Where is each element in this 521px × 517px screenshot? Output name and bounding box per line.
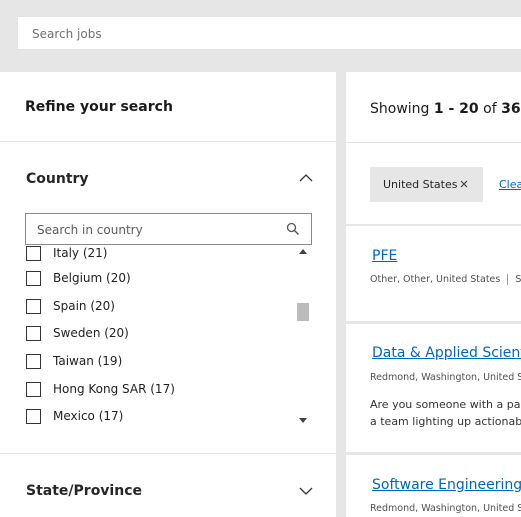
country-label: Italy (21) — [53, 246, 108, 260]
job-card[interactable]: Software Engineering Redmond, Washington… — [346, 455, 521, 517]
country-checkbox[interactable] — [26, 408, 41, 424]
results-of: of — [478, 101, 502, 117]
country-label: Hong Kong SAR (17) — [53, 382, 175, 396]
country-search-box[interactable] — [25, 213, 312, 246]
job-description-line: a team lighting up actionable — [370, 415, 521, 428]
country-filter-header[interactable]: Country — [26, 171, 89, 187]
close-icon[interactable] — [458, 178, 470, 190]
job-title-link[interactable]: PFE — [372, 248, 397, 264]
country-item-mexico[interactable]: Mexico (17) — [25, 406, 123, 426]
state-filter-header[interactable]: State/Province — [26, 483, 142, 499]
job-card[interactable]: PFE Other, Other, United States Se — [346, 226, 521, 321]
job-card[interactable]: Data & Applied Scientist Redmond, Washin… — [346, 324, 521, 452]
scroll-down-arrow-icon[interactable] — [299, 418, 307, 423]
country-label: Belgium (20) — [53, 271, 131, 285]
results-range: 1 - 20 — [433, 101, 479, 117]
country-label: Sweden (20) — [53, 326, 129, 340]
country-checkbox[interactable] — [26, 381, 41, 397]
job-title-link[interactable]: Software Engineering — [372, 477, 521, 493]
job-meta-extra: Se — [515, 274, 521, 285]
results-header: Showing 1 - 20 of 3667 United States Cle… — [346, 72, 521, 224]
country-item-spain[interactable]: Spain (20) — [25, 296, 115, 316]
search-icon[interactable] — [286, 222, 300, 236]
country-checkbox[interactable] — [26, 353, 41, 369]
job-location: Redmond, Washington, United States — [370, 372, 521, 383]
country-search-input[interactable] — [35, 214, 284, 246]
showing-prefix: Showing — [370, 101, 434, 117]
country-checkbox[interactable] — [26, 245, 41, 261]
country-item-italy[interactable]: Italy (21) — [25, 245, 107, 263]
refine-panel: Refine your search Country Italy (21) Be… — [0, 72, 336, 517]
divider — [346, 142, 521, 143]
country-list: Italy (21) Belgium (20) Spain (20) Swede… — [25, 245, 297, 428]
results-total: 3667 — [501, 101, 521, 117]
country-item-hong-kong[interactable]: Hong Kong SAR (17) — [25, 379, 175, 399]
divider — [0, 453, 336, 454]
search-jobs-box[interactable] — [17, 16, 521, 51]
country-item-taiwan[interactable]: Taiwan (19) — [25, 351, 122, 371]
meta-separator — [507, 274, 509, 285]
country-checkbox[interactable] — [26, 298, 41, 314]
filter-chip-label: United States — [383, 178, 458, 191]
country-label: Mexico (17) — [53, 409, 124, 423]
clear-filters-link[interactable]: Clear — [499, 178, 521, 191]
country-label: Spain (20) — [53, 299, 115, 313]
job-title-link[interactable]: Data & Applied Scientist — [372, 345, 521, 361]
country-checkbox[interactable] — [26, 270, 41, 286]
refine-title: Refine your search — [25, 99, 173, 115]
country-label: Taiwan (19) — [53, 354, 123, 368]
results-count: Showing 1 - 20 of 3667 — [370, 101, 521, 117]
job-meta: Other, Other, United States Se — [370, 274, 521, 285]
divider — [0, 141, 336, 142]
chevron-up-icon[interactable] — [298, 170, 314, 186]
search-jobs-input[interactable] — [30, 17, 514, 51]
top-search-bar — [0, 0, 521, 68]
job-location: Other, Other, United States — [370, 274, 501, 285]
job-location: Redmond, Washington, United States — [370, 503, 521, 514]
filter-chip-united-states[interactable]: United States — [370, 167, 483, 202]
chevron-down-icon[interactable] — [298, 483, 314, 499]
scroll-thumb[interactable] — [297, 303, 309, 321]
job-description-line: Are you someone with a passion — [370, 398, 521, 411]
country-checkbox[interactable] — [26, 325, 41, 341]
country-list-scrollbar[interactable] — [297, 245, 309, 428]
country-item-belgium[interactable]: Belgium (20) — [25, 268, 131, 288]
scroll-up-arrow-icon[interactable] — [299, 249, 307, 254]
country-item-sweden[interactable]: Sweden (20) — [25, 323, 129, 343]
